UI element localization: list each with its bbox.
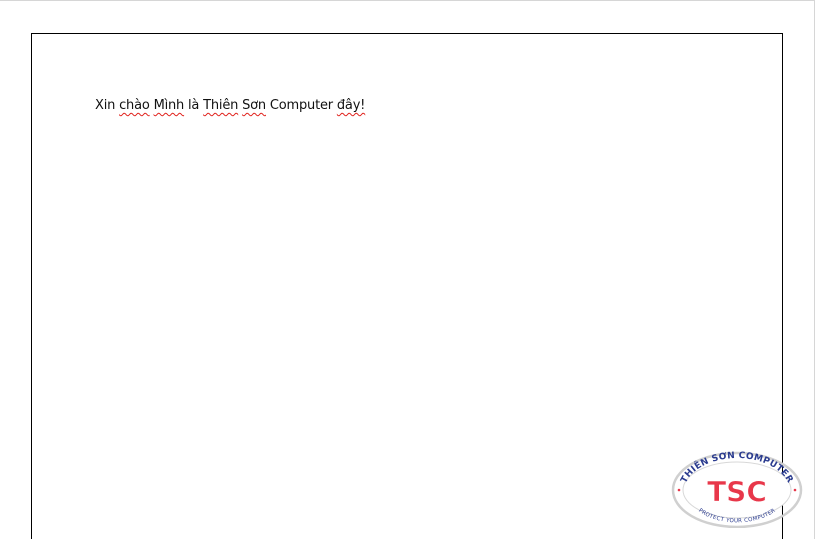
- logo-dot-left: [677, 488, 681, 492]
- body-word[interactable]: là: [188, 98, 199, 113]
- document-canvas: Xin chào Mình là Thiên Sơn Computer đây!…: [0, 0, 815, 539]
- logo-initials: TSC: [707, 475, 767, 508]
- document-paragraph[interactable]: Xin chào Mình là Thiên Sơn Computer đây!: [95, 98, 365, 113]
- tsc-logo-watermark: THIÊN SƠN COMPUTER PROTECT YOUR COMPUTER…: [671, 451, 803, 528]
- window-top-edge: [0, 0, 815, 1]
- body-word-misspelled[interactable]: Mình: [154, 98, 185, 113]
- body-word-misspelled[interactable]: chào: [119, 98, 150, 113]
- body-word[interactable]: Xin: [95, 98, 115, 113]
- logo-dot-right: [793, 488, 797, 492]
- body-word[interactable]: Computer: [270, 98, 333, 113]
- body-word-misspelled[interactable]: đây!: [337, 98, 366, 113]
- body-word-misspelled[interactable]: Sơn: [242, 98, 266, 113]
- body-word-misspelled[interactable]: Thiên: [203, 98, 238, 113]
